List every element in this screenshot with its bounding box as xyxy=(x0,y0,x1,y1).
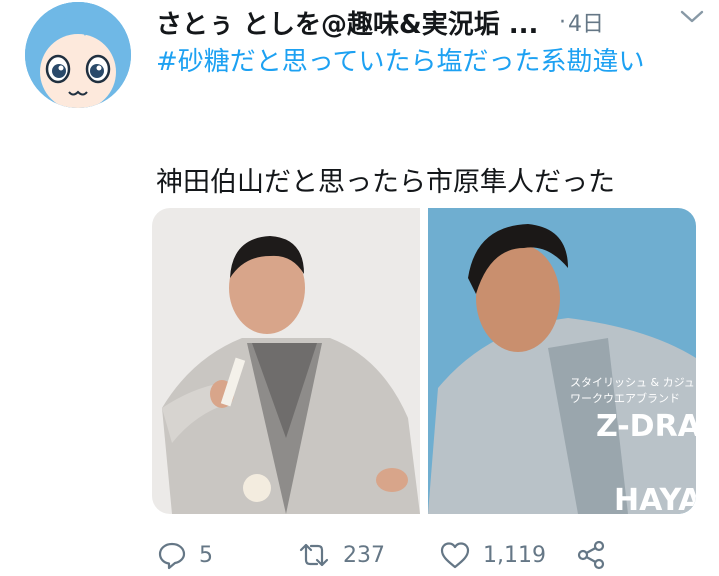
photo-kanda-hakuzan-icon xyxy=(152,208,420,514)
retweet-icon xyxy=(299,543,329,567)
tweet-time[interactable]: 4日 xyxy=(568,6,604,38)
photo-ichihara-hayato-icon: スタイリッシュ & カジュ ワークウエアブランド Z-DRA HAYA xyxy=(428,208,696,514)
retweet-count: 237 xyxy=(343,542,385,568)
share-icon xyxy=(577,540,605,570)
retweet-button[interactable]: 237 xyxy=(297,540,439,570)
heart-icon xyxy=(440,542,470,569)
overlay-line-1: スタイリッシュ & カジュ xyxy=(570,376,695,389)
share-button[interactable] xyxy=(575,539,607,571)
header-separator: · xyxy=(559,9,566,35)
tweet-media: スタイリッシュ & カジュ ワークウエアブランド Z-DRA HAYA xyxy=(152,208,696,514)
overlay-line-3: Z-DRA xyxy=(596,409,696,444)
media-photo-left[interactable] xyxy=(152,208,420,514)
author-avatar[interactable] xyxy=(25,2,131,108)
tweet-text: 神田伯山だと思ったら市原隼人だった xyxy=(156,167,615,198)
like-count: 1,119 xyxy=(483,542,546,568)
avatar-character-icon xyxy=(25,2,131,108)
author-name[interactable]: さとぅ としを@趣味&実況垢 ... xyxy=(156,4,551,41)
reply-button[interactable]: 5 xyxy=(157,540,297,570)
overlay-line-4: HAYA xyxy=(614,483,696,514)
tweet-actions: 5 237 1,119 xyxy=(157,535,697,575)
like-button[interactable]: 1,119 xyxy=(439,540,581,570)
reply-icon xyxy=(158,542,186,570)
hashtag-link[interactable]: #砂糖だと思っていたら塩だった系勘違い xyxy=(156,42,696,82)
media-photo-right[interactable]: スタイリッシュ & カジュ ワークウエアブランド Z-DRA HAYA xyxy=(428,208,696,514)
overlay-line-2: ワークウエアブランド xyxy=(570,391,680,405)
reply-count: 5 xyxy=(199,542,213,568)
chevron-down-icon[interactable] xyxy=(679,6,705,28)
tweet-header: さとぅ としを@趣味&実況垢 ... · 4日 xyxy=(156,4,706,40)
